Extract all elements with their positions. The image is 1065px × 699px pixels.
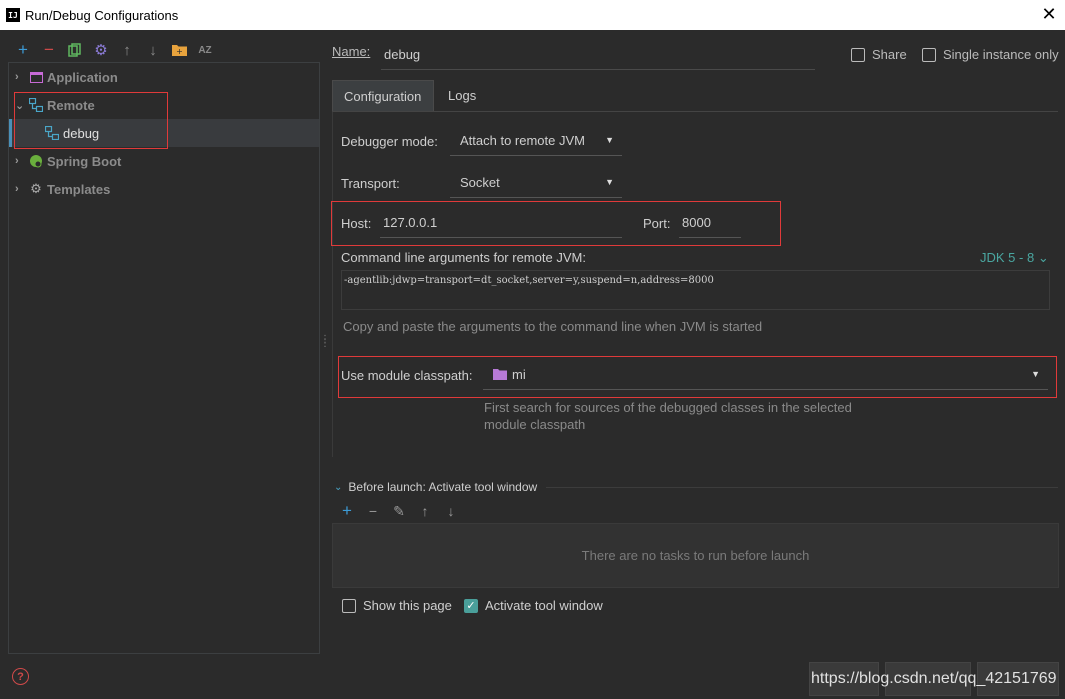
tab-configuration[interactable]: Configuration [332, 80, 434, 111]
highlight-box-remote [14, 92, 168, 149]
wrench-icon: ⚙ [30, 181, 42, 196]
window-title: Run/Debug Configurations [25, 7, 179, 23]
before-launch-header[interactable]: ⌄ Before launch: Activate tool window [334, 480, 537, 494]
checkmark-icon[interactable]: ✓ [464, 598, 478, 613]
cmd-label: Command line arguments for remote JVM: [341, 250, 586, 265]
debugger-mode-dropdown[interactable]: Attach to remote JVM ▼ [450, 126, 622, 156]
sort-alpha-icon[interactable]: AZ [192, 40, 218, 60]
module-hint-line2: module classpath [484, 417, 586, 432]
jdk-version-label: JDK 5 - 8 [980, 250, 1035, 265]
checkbox-box[interactable] [922, 47, 936, 62]
debugger-mode-label: Debugger mode: [341, 134, 438, 149]
pencil-icon[interactable]: ✎ [388, 502, 410, 520]
transport-value: Socket [460, 175, 500, 190]
chevron-down-icon: ⌄ [1037, 250, 1049, 265]
checkbox-box[interactable] [851, 47, 865, 62]
add-icon[interactable]: + [10, 40, 36, 60]
remove-icon[interactable]: − [36, 40, 62, 60]
name-input[interactable]: debug [381, 42, 815, 70]
single-instance-checkbox[interactable]: Single instance only [922, 47, 1059, 62]
cmd-hint: Copy and paste the arguments to the comm… [343, 319, 763, 334]
application-icon [29, 70, 43, 84]
tree-item-templates[interactable]: › ⚙ Templates [9, 175, 319, 203]
caret-down-icon: ▼ [605, 177, 614, 187]
highlight-box-module [338, 356, 1057, 398]
name-label: Name: [332, 44, 371, 59]
before-launch-title: Before launch: Activate tool window [348, 480, 538, 494]
add-icon[interactable]: + [336, 501, 358, 520]
arrow-down-icon[interactable]: ↓ [140, 40, 166, 60]
tree-item-label: Templates [47, 181, 111, 197]
checkbox-box[interactable] [342, 598, 356, 613]
jdk-version-dropdown[interactable]: JDK 5 - 8 ⌄ [980, 250, 1049, 266]
before-launch-toolbar: + − ✎ ↑ ↓ [336, 501, 462, 520]
before-launch-task-list[interactable]: There are no tasks to run before launch [332, 523, 1059, 588]
transport-label: Transport: [341, 176, 400, 191]
tab-logs[interactable]: Logs [437, 80, 487, 111]
show-page-label: Show this page [363, 598, 452, 613]
copy-icon[interactable] [62, 40, 88, 60]
highlight-box-host-port [331, 201, 781, 246]
share-label: Share [872, 47, 907, 62]
chevron-down-icon[interactable]: ⌄ [334, 482, 342, 493]
share-checkbox[interactable]: Share [851, 47, 907, 62]
name-row: Name: [332, 44, 370, 59]
module-hint-line1: First search for sources of the debugged… [484, 400, 852, 415]
section-divider [546, 487, 1058, 488]
run-debug-dialog: IJ Run/Debug Configurations ✕ + − ⚙ ↑ ↓ … [0, 0, 1065, 699]
spring-boot-icon [29, 154, 43, 168]
svg-text:+: + [176, 47, 183, 56]
help-icon[interactable]: ? [12, 668, 29, 685]
config-toolbar: + − ⚙ ↑ ↓ + AZ [10, 40, 218, 60]
cmd-args-textarea[interactable]: -agentlib:jdwp=transport=dt_socket,serve… [341, 270, 1050, 310]
tab-bar: Configuration Logs [332, 80, 1058, 112]
caret-down-icon: ▼ [605, 135, 614, 145]
chevron-right-icon[interactable]: › [15, 71, 29, 83]
tree-item-label: Application [47, 69, 118, 85]
chevron-right-icon[interactable]: › [15, 183, 29, 195]
tree-item-spring-boot[interactable]: › Spring Boot [9, 147, 319, 175]
activate-label: Activate tool window [485, 598, 603, 613]
watermark-text: https://blog.csdn.net/qq_42151769 [811, 670, 1057, 687]
tree-item-application[interactable]: › Application [9, 63, 319, 91]
close-icon[interactable]: ✕ [1039, 4, 1059, 24]
tree-item-label: Spring Boot [47, 153, 122, 169]
arrow-down-icon[interactable]: ↓ [440, 502, 462, 520]
show-page-checkbox[interactable]: Show this page [342, 598, 452, 613]
single-instance-label: Single instance only [943, 47, 1059, 62]
title-bar: IJ Run/Debug Configurations ✕ [0, 0, 1065, 30]
arrow-up-icon[interactable]: ↑ [114, 40, 140, 60]
gear-icon[interactable]: ⚙ [88, 40, 114, 60]
folder-icon[interactable]: + [166, 40, 192, 60]
empty-tasks-text: There are no tasks to run before launch [581, 548, 810, 563]
intellij-icon: IJ [6, 8, 20, 22]
splitter-handle[interactable]: ⋮ ⋮ [320, 335, 330, 352]
debugger-mode-value: Attach to remote JVM [460, 133, 585, 148]
transport-dropdown[interactable]: Socket ▼ [450, 168, 622, 198]
remove-icon[interactable]: − [362, 502, 384, 520]
config-tree: › Application ⌄ Remote debug › Spring Bo… [8, 62, 320, 654]
activate-tool-window-checkbox[interactable]: ✓ Activate tool window [464, 598, 603, 613]
arrow-up-icon[interactable]: ↑ [414, 502, 436, 520]
chevron-right-icon[interactable]: › [15, 155, 29, 167]
